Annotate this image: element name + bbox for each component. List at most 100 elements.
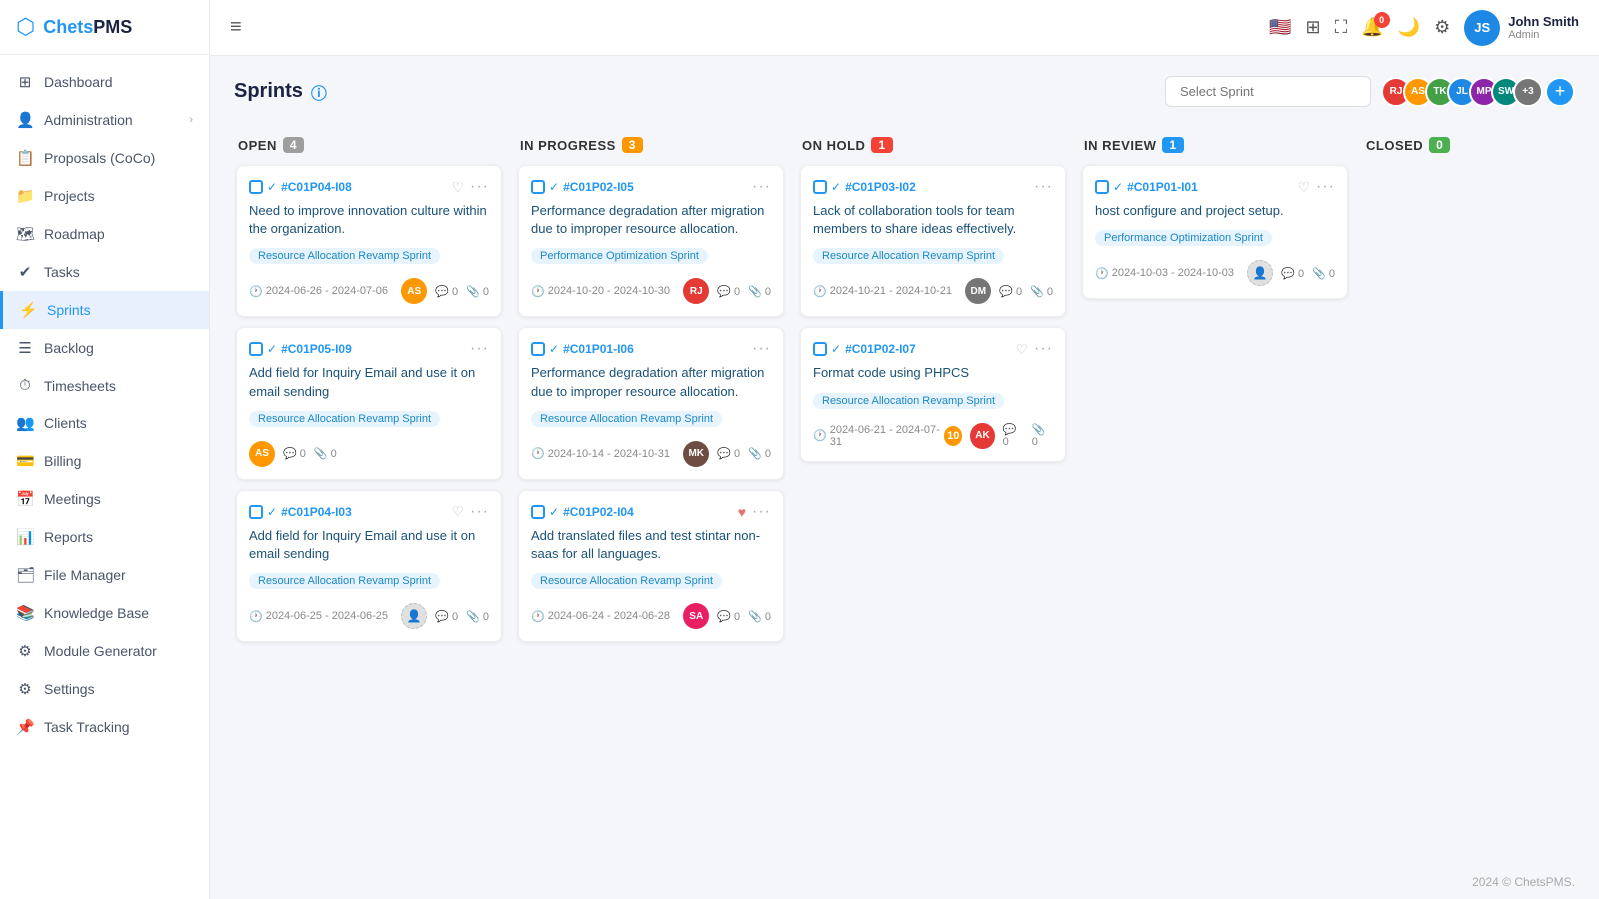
card-checkbox[interactable] <box>813 342 827 356</box>
card-title[interactable]: Add field for Inquiry Email and use it o… <box>249 527 489 563</box>
info-icon[interactable]: ⓘ <box>311 80 327 104</box>
sidebar-item-reports[interactable]: 📊 Reports <box>0 518 209 556</box>
card-tag[interactable]: Resource Allocation Revamp Sprint <box>531 409 771 435</box>
card-tag[interactable]: Resource Allocation Revamp Sprint <box>813 246 1053 272</box>
flag-icon[interactable]: 🇺🇸 <box>1269 17 1291 38</box>
hamburger-button[interactable]: ≡ <box>230 16 242 39</box>
card-title[interactable]: Performance degradation after migration … <box>531 202 771 238</box>
logo[interactable]: ⬡ ChetsPMS <box>0 0 209 55</box>
sidebar-item-projects[interactable]: 📁 Projects <box>0 177 209 215</box>
card-check-icon: ✓ <box>549 180 559 194</box>
card-id[interactable]: #C01P04-I08 <box>281 180 352 194</box>
card-id[interactable]: #C01P03-I02 <box>845 180 916 194</box>
col-header-open: OPEN 4 <box>234 127 504 163</box>
card-id[interactable]: #C01P02-I07 <box>845 342 916 356</box>
card-footer: 🕐2024-06-25 - 2024-06-25 👤 💬 0 📎 0 <box>249 603 489 629</box>
sidebar-item-knowledge-base[interactable]: 📚 Knowledge Base <box>0 594 209 632</box>
table-row: ✓ #C01P01-I01 ♡ ··· host configure and p… <box>1082 165 1348 299</box>
sidebar-item-clients[interactable]: 👥 Clients <box>0 404 209 442</box>
card-more-button[interactable]: ··· <box>752 503 771 521</box>
col-label-inreview: IN REVIEW <box>1084 138 1156 153</box>
sidebar-item-backlog[interactable]: ☰ Backlog <box>0 329 209 367</box>
card-avatar: AS <box>401 278 427 304</box>
card-checkbox[interactable] <box>249 505 263 519</box>
sidebar-label-sprints: Sprints <box>47 302 91 318</box>
card-title[interactable]: Lack of collaboration tools for team mem… <box>813 202 1053 238</box>
sidebar-item-meetings[interactable]: 📅 Meetings <box>0 480 209 518</box>
darkmode-icon[interactable]: 🌙 <box>1398 17 1420 38</box>
card-checkbox[interactable] <box>249 342 263 356</box>
header-avatar[interactable]: +3 <box>1513 77 1543 107</box>
card-checkbox[interactable] <box>1095 180 1109 194</box>
card-checkbox[interactable] <box>531 342 545 356</box>
user-menu[interactable]: JS John Smith Admin <box>1464 10 1579 46</box>
card-id[interactable]: #C01P04-I03 <box>281 505 352 519</box>
card-title[interactable]: Performance degradation after migration … <box>531 364 771 400</box>
card-tag[interactable]: Performance Optimization Sprint <box>531 246 771 272</box>
card-more-button[interactable]: ··· <box>470 503 489 521</box>
card-actions: ♡ ··· <box>1015 340 1053 358</box>
card-title[interactable]: Need to improve innovation culture withi… <box>249 202 489 238</box>
sidebar-item-roadmap[interactable]: 🗺 Roadmap <box>0 215 209 253</box>
card-more-button[interactable]: ··· <box>1316 178 1335 196</box>
sidebar-item-file-manager[interactable]: 🗂 File Manager <box>0 556 209 594</box>
card-more-button[interactable]: ··· <box>752 340 771 358</box>
card-tag[interactable]: Resource Allocation Revamp Sprint <box>249 571 489 597</box>
sidebar-item-task-tracking[interactable]: 📌 Task Tracking <box>0 708 209 746</box>
favorite-icon[interactable]: ♡ <box>451 179 464 196</box>
card-id[interactable]: #C01P01-I06 <box>563 342 634 356</box>
sidebar-label-administration: Administration <box>44 112 133 128</box>
favorite-icon[interactable]: ♡ <box>1015 341 1028 358</box>
module-generator-icon: ⚙ <box>16 642 34 660</box>
card-checkbox[interactable] <box>531 180 545 194</box>
favorite-icon[interactable]: ♥ <box>738 504 746 520</box>
sidebar-item-proposals[interactable]: 📋 Proposals (CoCo) <box>0 139 209 177</box>
card-title[interactable]: Add field for Inquiry Email and use it o… <box>249 364 489 400</box>
card-more-button[interactable]: ··· <box>1034 178 1053 196</box>
card-more-button[interactable]: ··· <box>752 178 771 196</box>
card-meta: 👤 💬 0 📎 0 <box>1247 260 1335 286</box>
card-tag[interactable]: Resource Allocation Revamp Sprint <box>813 391 1053 417</box>
card-title[interactable]: Format code using PHPCS <box>813 364 1053 382</box>
card-meta: AS 💬 0 📎 0 <box>249 441 337 467</box>
card-more-button[interactable]: ··· <box>470 340 489 358</box>
add-member-button[interactable]: + <box>1545 77 1575 107</box>
card-tag[interactable]: Resource Allocation Revamp Sprint <box>249 409 489 435</box>
card-id[interactable]: #C01P05-I09 <box>281 342 352 356</box>
card-id-row: ✓ #C01P02-I07 <box>813 342 916 356</box>
card-top: ✓ #C01P02-I07 ♡ ··· <box>813 340 1053 358</box>
card-actions: ··· <box>752 340 771 358</box>
fullscreen-icon[interactable]: ⛶ <box>1335 17 1348 38</box>
card-tag[interactable]: Resource Allocation Revamp Sprint <box>531 571 771 597</box>
card-title[interactable]: Add translated files and test stintar no… <box>531 527 771 563</box>
sidebar-label-billing: Billing <box>44 453 81 469</box>
sidebar-item-timesheets[interactable]: ⏱ Timesheets <box>0 367 209 404</box>
sidebar-item-settings[interactable]: ⚙ Settings <box>0 670 209 708</box>
card-id[interactable]: #C01P02-I05 <box>563 180 634 194</box>
sidebar-item-sprints[interactable]: ⚡ Sprints <box>0 291 209 329</box>
favorite-icon[interactable]: ♡ <box>451 503 464 520</box>
card-actions: ♥ ··· <box>738 503 771 521</box>
favorite-icon[interactable]: ♡ <box>1297 179 1310 196</box>
card-id[interactable]: #C01P02-I04 <box>563 505 634 519</box>
card-tag[interactable]: Resource Allocation Revamp Sprint <box>249 246 489 272</box>
sidebar-item-module-generator[interactable]: ⚙ Module Generator <box>0 632 209 670</box>
grid-icon[interactable]: ⊞ <box>1306 17 1321 38</box>
card-more-button[interactable]: ··· <box>470 178 489 196</box>
card-avatar-placeholder: 👤 <box>401 603 427 629</box>
card-checkbox[interactable] <box>249 180 263 194</box>
sidebar-item-administration[interactable]: 👤 Administration › <box>0 101 209 139</box>
sidebar-item-tasks[interactable]: ✔ Tasks <box>0 253 209 291</box>
card-checkbox[interactable] <box>813 180 827 194</box>
table-row: ✓ #C01P02-I04 ♥ ··· Add translated files… <box>518 490 784 642</box>
sidebar-item-dashboard[interactable]: ⊞ Dashboard <box>0 63 209 101</box>
card-id[interactable]: #C01P01-I01 <box>1127 180 1198 194</box>
notification-icon[interactable]: 🔔 0 <box>1361 17 1383 38</box>
sidebar-item-billing[interactable]: 💳 Billing <box>0 442 209 480</box>
card-tag[interactable]: Performance Optimization Sprint <box>1095 228 1335 254</box>
sprint-select[interactable] <box>1165 76 1371 107</box>
settings-icon[interactable]: ⚙ <box>1434 17 1450 38</box>
card-checkbox[interactable] <box>531 505 545 519</box>
card-more-button[interactable]: ··· <box>1034 340 1053 358</box>
card-title[interactable]: host configure and project setup. <box>1095 202 1335 220</box>
